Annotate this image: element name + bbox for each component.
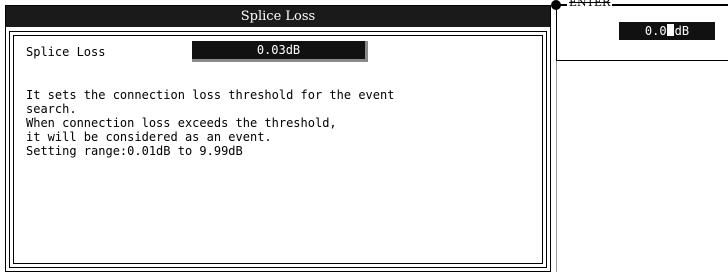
dialog-content-inner: Splice Loss 0.03dB It sets the connectio… bbox=[13, 35, 543, 264]
description-line: it will be considered as an event. bbox=[26, 130, 272, 144]
right-side-panel bbox=[556, 61, 728, 272]
description-line: It sets the connection loss threshold fo… bbox=[26, 88, 395, 102]
description-line: Setting range:0.01dB to 9.99dB bbox=[26, 144, 243, 158]
enter-knob-icon bbox=[551, 0, 561, 10]
text-cursor-icon bbox=[666, 24, 674, 36]
splice-loss-value-field[interactable]: 0.03dB bbox=[192, 41, 368, 62]
enter-value-suffix: dB bbox=[674, 24, 690, 38]
splice-loss-dialog: Splice Loss Splice Loss 0.03dB It sets t… bbox=[5, 5, 551, 272]
description-line: When connection loss exceeds the thresho… bbox=[26, 116, 337, 130]
description-line: search. bbox=[26, 102, 77, 116]
enter-value-prefix: 0.0 bbox=[644, 24, 667, 38]
enter-value-input[interactable]: 0.0 dB bbox=[619, 22, 715, 40]
splice-loss-label: Splice Loss bbox=[26, 45, 106, 59]
dialog-title: Splice Loss bbox=[6, 6, 550, 27]
enter-label: ENTER bbox=[567, 0, 613, 9]
enter-panel: ENTER 0.0 dB bbox=[551, 0, 728, 61]
help-description: It sets the connection loss threshold fo… bbox=[26, 88, 394, 158]
dialog-content-frame: Splice Loss 0.03dB It sets the connectio… bbox=[9, 31, 547, 268]
